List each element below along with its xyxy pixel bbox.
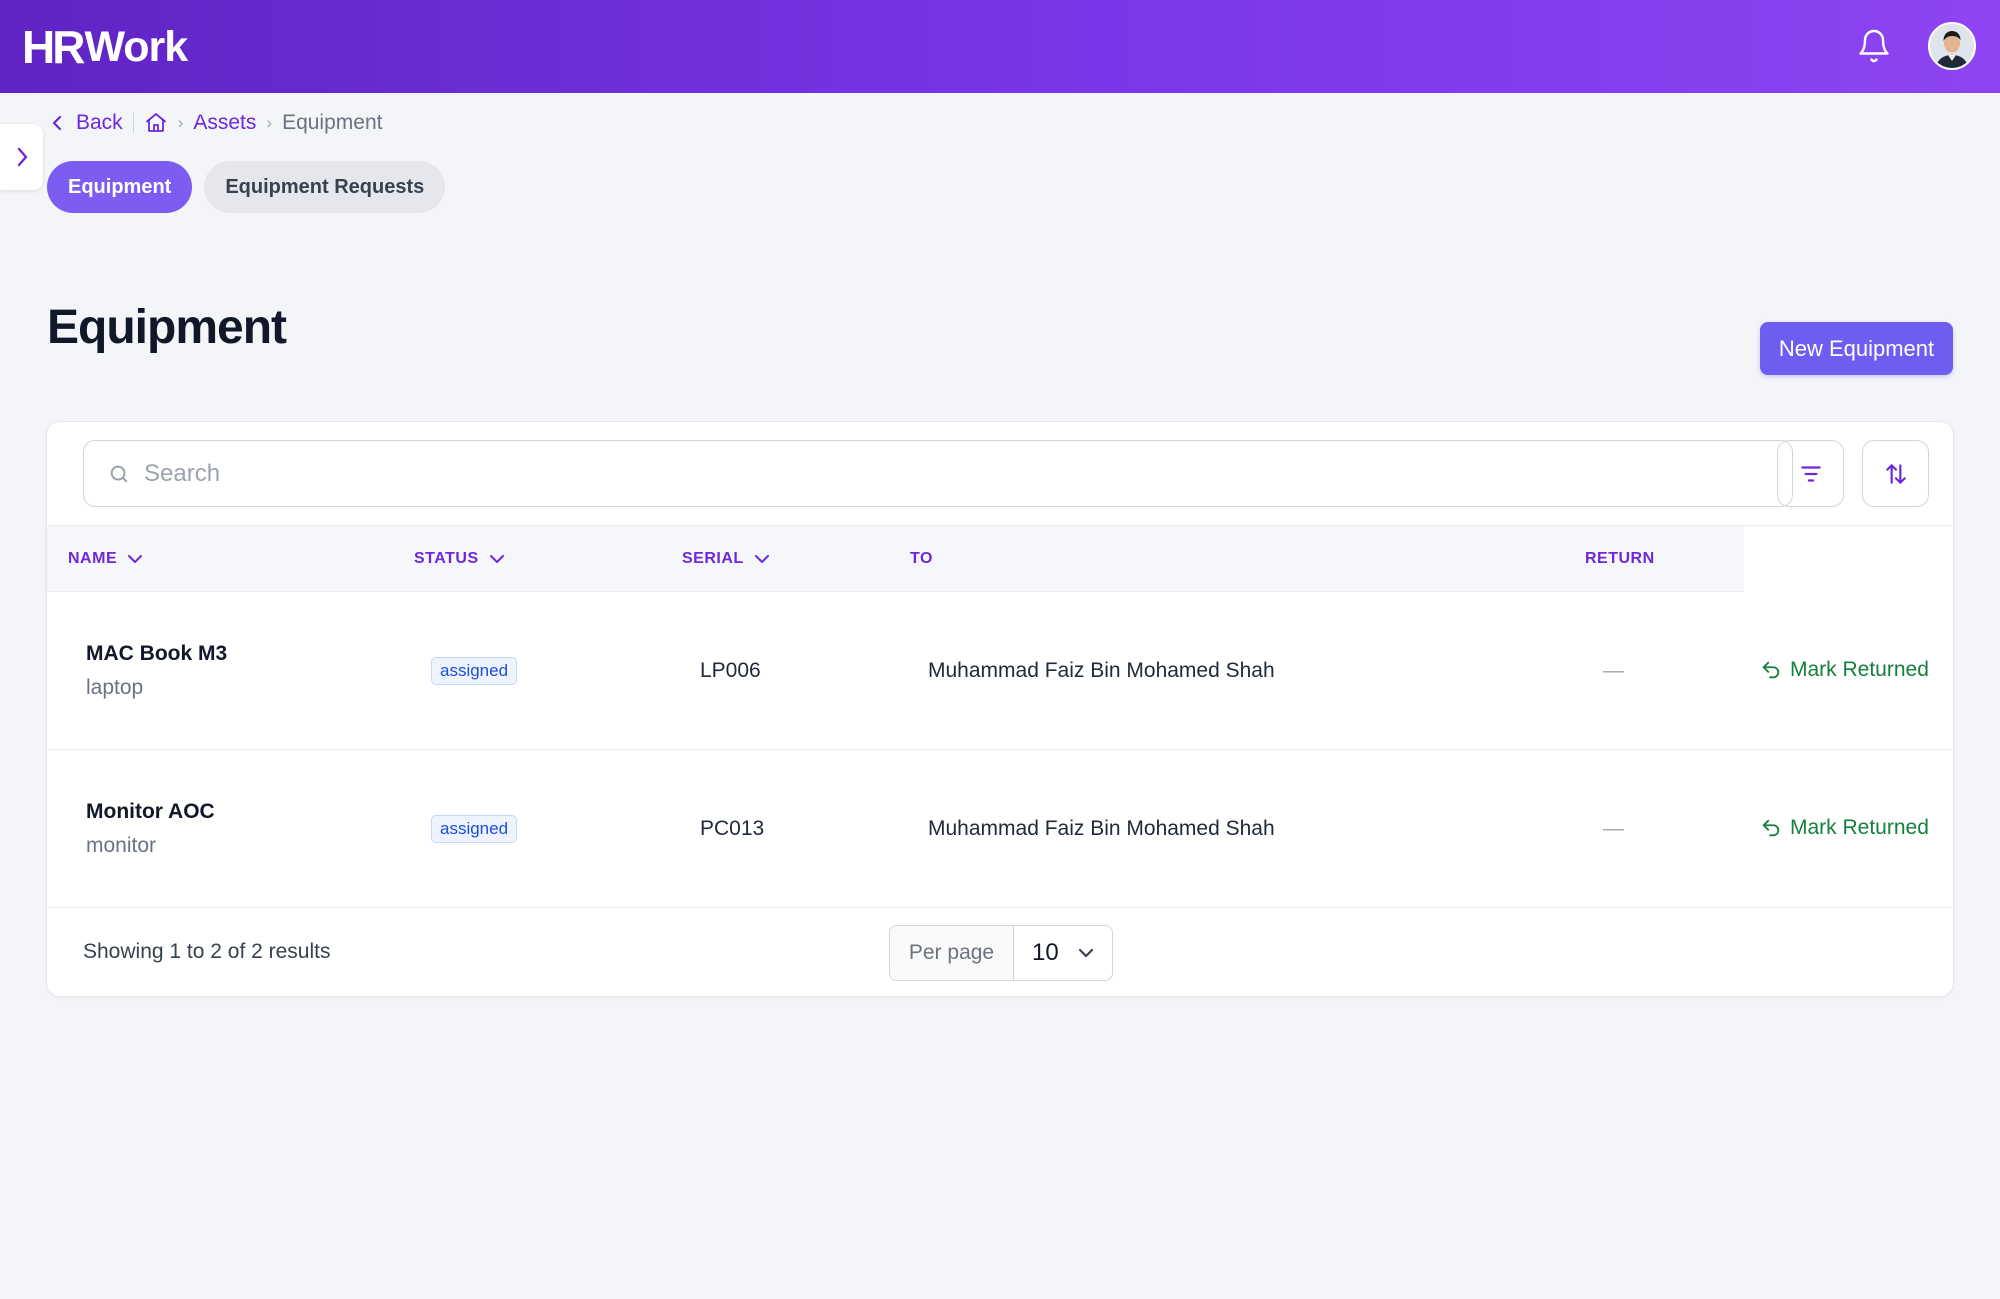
breadcrumb-assets[interactable]: Assets (193, 111, 256, 135)
mark-returned-button[interactable]: Mark Returned (1760, 658, 1929, 682)
assigned-to-cell: Muhammad Faiz Bin Mohamed Shah (928, 659, 1275, 682)
sidebar-expand-button[interactable] (0, 124, 43, 190)
column-header-return: RETURN (1585, 526, 1655, 592)
equipment-name[interactable]: MAC Book M3 (86, 642, 227, 666)
table-row: MAC Book M3 laptop assigned LP006 Muhamm… (47, 592, 1953, 750)
breadcrumb-separator-icon: › (177, 113, 184, 132)
search-placeholder: Search (144, 459, 221, 487)
chevron-left-icon (52, 115, 62, 131)
chevron-down-icon (489, 555, 504, 563)
tab-equipment[interactable]: Equipment (47, 161, 193, 213)
column-header-serial[interactable]: SERIAL (682, 526, 770, 592)
equipment-name[interactable]: Monitor AOC (86, 800, 215, 824)
column-header-name[interactable]: NAME (68, 526, 143, 592)
column-label: NAME (68, 550, 118, 567)
table-footer: Showing 1 to 2 of 2 results Per page 10 (47, 907, 1953, 996)
mark-returned-label: Mark Returned (1790, 658, 1929, 681)
per-page-label: Per page (890, 926, 1014, 980)
search-icon (110, 465, 128, 482)
breadcrumb-separator-icon: › (266, 113, 273, 132)
breadcrumb: Back › Assets › Equipment (50, 109, 382, 137)
app-logo[interactable]: HR Work (22, 21, 188, 73)
column-label: SERIAL (682, 550, 744, 567)
sort-arrows-icon (1885, 463, 1906, 484)
equipment-name-cell: Monitor AOC monitor (86, 800, 215, 858)
back-label: Back (76, 111, 123, 134)
results-summary: Showing 1 to 2 of 2 results (83, 940, 331, 963)
return-date-cell: — (1603, 659, 1624, 682)
return-date-cell: — (1603, 817, 1624, 840)
logo-work-text: Work (84, 22, 188, 71)
equipment-type: laptop (86, 676, 144, 699)
chevron-down-icon (128, 555, 143, 563)
logo-hr-text: HR (22, 21, 85, 73)
equipment-name-cell: MAC Book M3 laptop (86, 642, 227, 700)
filter-icon (1800, 465, 1821, 482)
breadcrumb-equipment: Equipment (282, 111, 383, 134)
table-row: Monitor AOC monitor assigned PC013 Muham… (47, 750, 1953, 908)
table-header: NAME STATUS SERIAL TO RETURN (47, 525, 1953, 592)
sort-button[interactable] (1862, 440, 1929, 507)
status-badge: assigned (431, 657, 518, 685)
tab-equipment-requests[interactable]: Equipment Requests (204, 161, 446, 213)
per-page-value: 10 (1032, 939, 1059, 966)
status-cell: assigned (431, 815, 518, 843)
column-label: STATUS (414, 550, 479, 567)
equipment-table-card: Search NAME STATUS SERIAL TO RETURN MAC … (46, 421, 1954, 997)
home-icon[interactable] (144, 111, 168, 135)
column-label: RETURN (1585, 550, 1655, 567)
column-header-actions (1744, 526, 1953, 592)
chevron-down-icon (1078, 948, 1093, 958)
column-header-to: TO (910, 526, 933, 592)
per-page-dropdown[interactable]: 10 (1014, 926, 1112, 980)
status-badge: assigned (431, 815, 518, 843)
tab-bar: Equipment Equipment Requests (47, 161, 446, 213)
chevron-right-icon (17, 147, 27, 167)
serial-cell: PC013 (700, 817, 765, 840)
page-title: Equipment (47, 301, 287, 354)
bell-icon[interactable] (1856, 28, 1892, 64)
undo-arrow-icon (1762, 661, 1780, 679)
column-header-status[interactable]: STATUS (414, 526, 505, 592)
undo-arrow-icon (1762, 819, 1780, 837)
chevron-down-icon (754, 555, 769, 563)
user-avatar[interactable] (1928, 22, 1976, 70)
search-input[interactable]: Search (83, 440, 1793, 507)
new-equipment-button[interactable]: New Equipment (1760, 322, 1953, 375)
back-link[interactable]: Back (50, 111, 123, 135)
mark-returned-label: Mark Returned (1790, 816, 1929, 839)
serial-cell: LP006 (700, 659, 761, 682)
top-navbar: HR Work (0, 0, 2000, 93)
status-cell: assigned (431, 657, 518, 685)
filter-button[interactable] (1777, 440, 1844, 507)
equipment-type: monitor (86, 834, 157, 857)
mark-returned-button[interactable]: Mark Returned (1760, 816, 1929, 840)
column-label: TO (910, 550, 933, 567)
assigned-to-cell: Muhammad Faiz Bin Mohamed Shah (928, 817, 1275, 840)
breadcrumb-divider (132, 113, 134, 133)
per-page-select[interactable]: Per page 10 (889, 925, 1113, 981)
